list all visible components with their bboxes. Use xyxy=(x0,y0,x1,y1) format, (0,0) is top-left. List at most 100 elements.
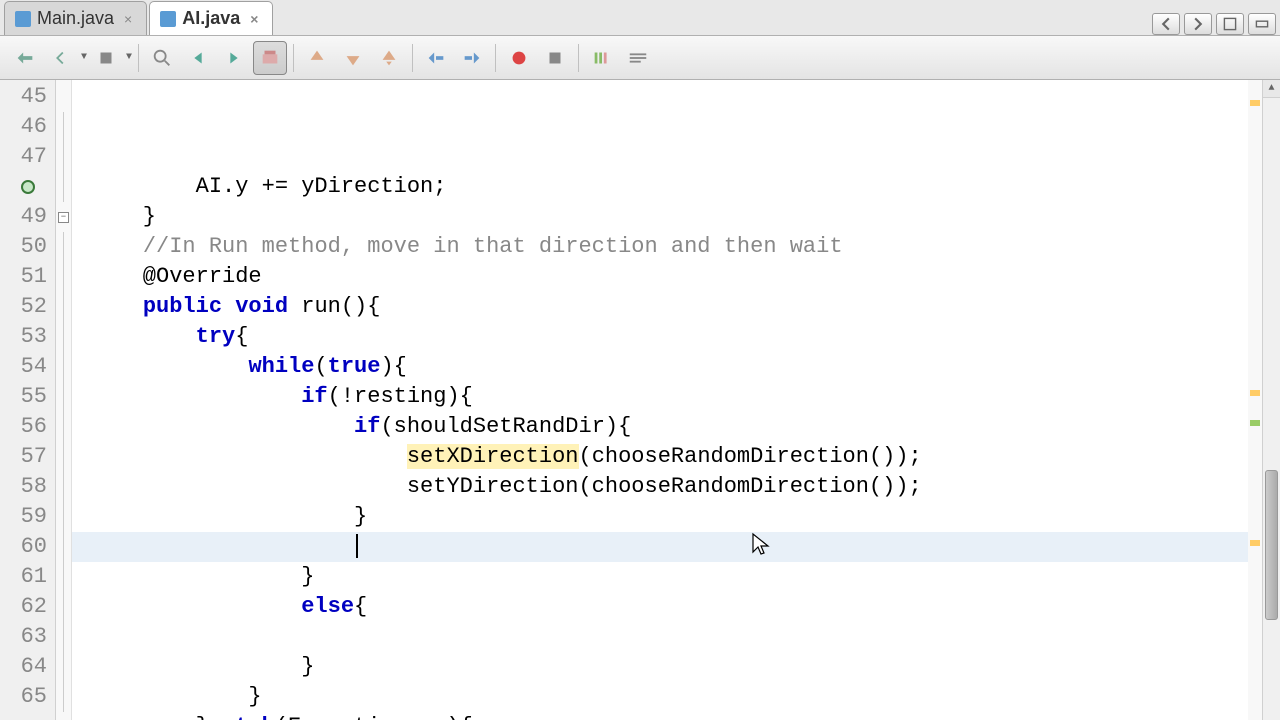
tab-label: AI.java xyxy=(182,8,240,29)
line-number: 46 xyxy=(0,112,55,142)
comment-btn[interactable] xyxy=(585,41,619,75)
line-number: 65 xyxy=(0,682,55,712)
window-controls xyxy=(1152,13,1280,35)
prev-bookmark-btn[interactable] xyxy=(300,41,334,75)
fold-marker xyxy=(56,532,71,562)
scroll-thumb[interactable] xyxy=(1265,470,1278,620)
editor-toolbar: ▼ ▼ xyxy=(0,36,1280,80)
code-line[interactable]: else{ xyxy=(72,592,1248,622)
code-area[interactable]: AI.y += yDirection; } //In Run method, m… xyxy=(72,80,1248,720)
fold-marker xyxy=(56,82,71,112)
code-line[interactable] xyxy=(72,532,1248,562)
fold-marker xyxy=(56,382,71,412)
code-line[interactable] xyxy=(72,622,1248,652)
error-stripe-marker[interactable] xyxy=(1250,390,1260,396)
close-icon[interactable]: × xyxy=(120,11,136,27)
stop-macro-btn[interactable] xyxy=(538,41,572,75)
editor-tabs: Main.java × AI.java × xyxy=(0,0,1280,36)
code-line[interactable]: public void run(){ xyxy=(72,292,1248,322)
line-number: 52 xyxy=(0,292,55,322)
fold-marker xyxy=(56,442,71,472)
line-number: 60 xyxy=(0,532,55,562)
line-number: 54 xyxy=(0,352,55,382)
line-number: 62 xyxy=(0,592,55,622)
line-number: 53 xyxy=(0,322,55,352)
separator xyxy=(138,44,139,72)
line-number-gutter: 4546474950515253545556575859606162636465 xyxy=(0,80,56,720)
fold-marker xyxy=(56,262,71,292)
fold-marker xyxy=(56,652,71,682)
scroll-left-btn[interactable] xyxy=(1152,13,1180,35)
java-file-icon xyxy=(160,11,176,27)
uncomment-btn[interactable] xyxy=(621,41,655,75)
minimize-btn[interactable] xyxy=(1248,13,1276,35)
toggle-bookmark-btn[interactable] xyxy=(372,41,406,75)
line-number: 45 xyxy=(0,82,55,112)
next-bookmark-btn[interactable] xyxy=(336,41,370,75)
line-number: 56 xyxy=(0,412,55,442)
scroll-up-icon[interactable]: ▲ xyxy=(1263,80,1280,98)
error-stripe-marker[interactable] xyxy=(1250,100,1260,106)
tab-main-java[interactable]: Main.java × xyxy=(4,1,147,35)
code-line[interactable]: setXDirection(chooseRandomDirection()); xyxy=(72,442,1248,472)
error-stripe-marker[interactable] xyxy=(1250,540,1260,546)
shift-left-btn[interactable] xyxy=(419,41,453,75)
fold-gutter: − xyxy=(56,80,72,720)
code-line[interactable]: } xyxy=(72,682,1248,712)
line-number: 49 xyxy=(0,202,55,232)
code-line[interactable]: } xyxy=(72,652,1248,682)
editor-area: 4546474950515253545556575859606162636465… xyxy=(0,80,1280,720)
line-number: 58 xyxy=(0,472,55,502)
code-line[interactable]: setYDirection(chooseRandomDirection()); xyxy=(72,472,1248,502)
code-line[interactable]: AI.y += yDirection; xyxy=(72,172,1248,202)
code-line[interactable]: } xyxy=(72,562,1248,592)
fold-marker xyxy=(56,292,71,322)
code-line[interactable]: try{ xyxy=(72,322,1248,352)
nav-fwd-btn[interactable] xyxy=(89,41,123,75)
code-line[interactable]: //In Run method, move in that direction … xyxy=(72,232,1248,262)
find-btn[interactable] xyxy=(145,41,179,75)
shift-right-btn[interactable] xyxy=(455,41,489,75)
fold-marker xyxy=(56,322,71,352)
code-line[interactable]: while(true){ xyxy=(72,352,1248,382)
code-line[interactable]: if(shouldSetRandDir){ xyxy=(72,412,1248,442)
tab-label: Main.java xyxy=(37,8,114,29)
separator xyxy=(495,44,496,72)
fold-marker xyxy=(56,562,71,592)
last-edit-btn[interactable] xyxy=(8,41,42,75)
line-number: 50 xyxy=(0,232,55,262)
code-line[interactable]: } xyxy=(72,202,1248,232)
code-line[interactable]: @Override xyxy=(72,262,1248,292)
toggle-highlight-btn[interactable] xyxy=(253,41,287,75)
code-line[interactable]: }catch(Exception ex){ xyxy=(72,712,1248,720)
fold-marker xyxy=(56,682,71,712)
error-stripe[interactable] xyxy=(1248,80,1262,720)
next-occurrence-btn[interactable] xyxy=(217,41,251,75)
fold-marker xyxy=(56,472,71,502)
java-file-icon xyxy=(15,11,31,27)
separator xyxy=(293,44,294,72)
fold-marker[interactable]: − xyxy=(56,202,71,232)
tab-ai-java[interactable]: AI.java × xyxy=(149,1,273,35)
code-line[interactable]: } xyxy=(72,502,1248,532)
line-number: 55 xyxy=(0,382,55,412)
vertical-scrollbar[interactable]: ▲ xyxy=(1262,80,1280,720)
maximize-btn[interactable] xyxy=(1216,13,1244,35)
prev-occurrence-btn[interactable] xyxy=(181,41,215,75)
fold-marker xyxy=(56,232,71,262)
code-line[interactable]: if(!resting){ xyxy=(72,382,1248,412)
close-icon[interactable]: × xyxy=(246,11,262,27)
dropdown-icon[interactable]: ▼ xyxy=(125,52,132,63)
line-number: 63 xyxy=(0,622,55,652)
nav-back-btn[interactable] xyxy=(44,41,78,75)
scroll-right-btn[interactable] xyxy=(1184,13,1212,35)
line-number xyxy=(0,172,55,202)
separator xyxy=(578,44,579,72)
fold-marker xyxy=(56,592,71,622)
separator xyxy=(412,44,413,72)
start-macro-btn[interactable] xyxy=(502,41,536,75)
dropdown-icon[interactable]: ▼ xyxy=(80,52,87,63)
line-number: 51 xyxy=(0,262,55,292)
error-stripe-marker[interactable] xyxy=(1250,420,1260,426)
line-number: 61 xyxy=(0,562,55,592)
